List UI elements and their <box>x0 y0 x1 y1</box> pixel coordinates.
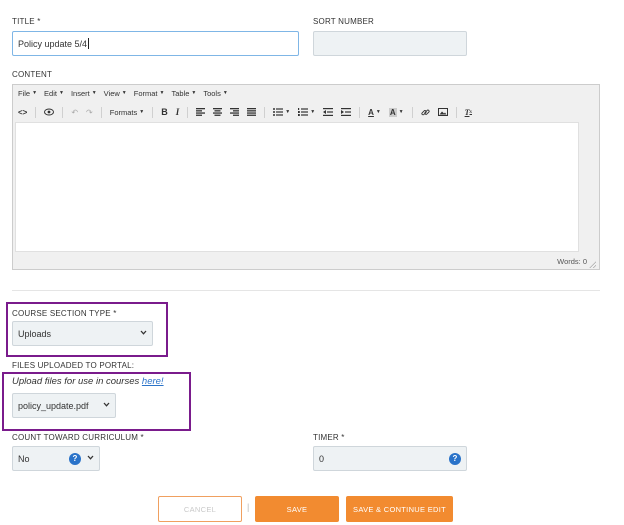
title-input[interactable]: Policy update 5/4 <box>12 31 299 56</box>
toolbar-divider <box>100 106 102 118</box>
files-uploaded-label: FILES UPLOADED TO PORTAL: <box>12 361 135 370</box>
toolbar-divider <box>411 106 413 118</box>
menu-insert[interactable]: Insert ▼ <box>71 89 97 98</box>
caret-down-icon: ▼ <box>191 90 197 96</box>
menu-view[interactable]: View ▼ <box>104 89 127 98</box>
toolbar-divider <box>359 106 361 118</box>
caret-down-icon: ▼ <box>159 90 165 96</box>
caret-down-icon: ▼ <box>121 90 127 96</box>
image-icon[interactable] <box>437 105 448 119</box>
cancel-button[interactable]: CANCEL <box>158 496 242 522</box>
toolbar-divider <box>455 106 457 118</box>
background-color-glyph: A <box>388 107 397 117</box>
numbered-list-icon[interactable]: ▼ <box>298 105 315 119</box>
toolbar-divider <box>187 106 189 118</box>
caret-down-icon: ▼ <box>310 109 316 115</box>
link-icon[interactable] <box>421 105 430 119</box>
toolbar-divider <box>152 106 154 118</box>
caret-down-icon: ▼ <box>375 109 381 115</box>
count-curriculum-select[interactable]: No ? <box>12 446 100 471</box>
section-divider <box>12 290 600 291</box>
course-section-value: Uploads <box>18 328 52 339</box>
italic-icon[interactable]: I <box>176 105 180 119</box>
upload-helper: Upload files for use in courses here! <box>12 376 164 387</box>
code-view-icon[interactable]: <> <box>18 105 27 119</box>
bold-icon[interactable]: B <box>161 105 168 119</box>
title-input-value: Policy update 5/4 <box>18 38 88 49</box>
text-color-icon[interactable]: A ▼ <box>368 105 381 119</box>
toolbar-divider <box>35 106 37 118</box>
count-curriculum-controls: ? <box>69 452 94 465</box>
caret-down-icon: ▼ <box>398 109 404 115</box>
editor-statusbar: Words: 0 <box>13 253 599 270</box>
text-color-glyph: A <box>368 107 374 117</box>
help-question-icon[interactable]: ? <box>449 452 461 465</box>
button-separator: | <box>247 502 250 512</box>
menu-view-label: View <box>103 88 120 98</box>
menu-table[interactable]: Table ▼ <box>171 89 196 98</box>
formats-dropdown[interactable]: Formats ▼ <box>110 105 144 119</box>
bullet-list-icon[interactable]: ▼ <box>273 105 290 119</box>
resize-handle-icon[interactable] <box>589 261 596 268</box>
count-curriculum-label: COUNT TOWARD CURRICULUM * <box>12 433 144 442</box>
caret-down-icon: ▼ <box>139 109 145 115</box>
indent-icon[interactable] <box>341 105 352 119</box>
sort-number-input[interactable] <box>313 31 467 56</box>
menu-tools-label: Tools <box>203 88 221 98</box>
course-section-select[interactable]: Uploads <box>12 321 153 346</box>
chevron-down-icon <box>103 402 110 409</box>
menu-file-label: File <box>18 88 31 98</box>
word-count: Words: 0 <box>557 257 587 266</box>
rich-text-editor: File ▼ Edit ▼ Insert ▼ View ▼ Format ▼ Table ▼… <box>12 84 600 270</box>
toolbar-divider <box>264 106 266 118</box>
upload-helper-text: Upload files for use in courses <box>12 376 140 387</box>
count-curriculum-value: No <box>18 453 30 464</box>
align-center-icon[interactable] <box>213 105 223 119</box>
formats-label: Formats <box>109 107 138 117</box>
menu-edit-label: Edit <box>44 88 57 98</box>
caret-down-icon: ▼ <box>32 90 38 96</box>
caret-down-icon: ▼ <box>91 90 97 96</box>
menu-format[interactable]: Format ▼ <box>134 89 165 98</box>
outdent-icon[interactable] <box>323 105 334 119</box>
upload-here-link[interactable]: here! <box>142 376 164 387</box>
menu-file[interactable]: File ▼ <box>18 89 37 98</box>
undo-icon[interactable]: ↶ <box>71 105 78 119</box>
caret-down-icon: ▼ <box>222 90 228 96</box>
save-continue-button[interactable]: SAVE & CONTINUE EDIT <box>346 496 453 522</box>
menu-format-label: Format <box>133 88 158 98</box>
chevron-down-icon <box>87 455 94 462</box>
menu-edit[interactable]: Edit ▼ <box>44 89 64 98</box>
editor-menubar: File ▼ Edit ▼ Insert ▼ View ▼ Format ▼ Table ▼… <box>13 85 599 101</box>
preview-eye-icon[interactable] <box>44 105 55 119</box>
align-left-icon[interactable] <box>196 105 206 119</box>
align-right-icon[interactable] <box>230 105 240 119</box>
clear-formatting-icon[interactable]: Tx <box>465 105 472 119</box>
editor-content-area[interactable] <box>15 122 579 252</box>
save-button[interactable]: SAVE <box>255 496 339 522</box>
timer-label: TIMER * <box>313 433 345 442</box>
sort-number-label: SORT NUMBER <box>313 17 375 26</box>
background-color-icon[interactable]: A ▼ <box>388 105 404 119</box>
caret-down-icon: ▼ <box>58 90 64 96</box>
content-label: CONTENT <box>12 70 53 79</box>
menu-insert-label: Insert <box>70 88 90 98</box>
timer-input[interactable]: 0 ? <box>313 446 467 471</box>
title-label: TITLE * <box>12 17 41 26</box>
redo-icon[interactable]: ↷ <box>86 105 93 119</box>
menu-tools[interactable]: Tools ▼ <box>203 89 227 98</box>
files-select[interactable]: policy_update.pdf <box>12 393 116 418</box>
caret-down-icon: ▼ <box>285 109 291 115</box>
editor-toolbar: <> ↶ ↷ Formats ▼ B I ▼ ▼ A ▼ A ▼ T x <box>13 103 599 121</box>
chevron-down-icon <box>140 330 147 337</box>
text-cursor <box>88 38 90 49</box>
timer-value: 0 <box>319 453 325 464</box>
help-question-icon[interactable]: ? <box>69 452 81 465</box>
menu-table-label: Table <box>171 88 190 98</box>
files-select-value: policy_update.pdf <box>18 400 89 411</box>
align-justify-icon[interactable] <box>247 105 257 119</box>
toolbar-divider <box>62 106 64 118</box>
course-section-label: COURSE SECTION TYPE * <box>12 309 117 318</box>
